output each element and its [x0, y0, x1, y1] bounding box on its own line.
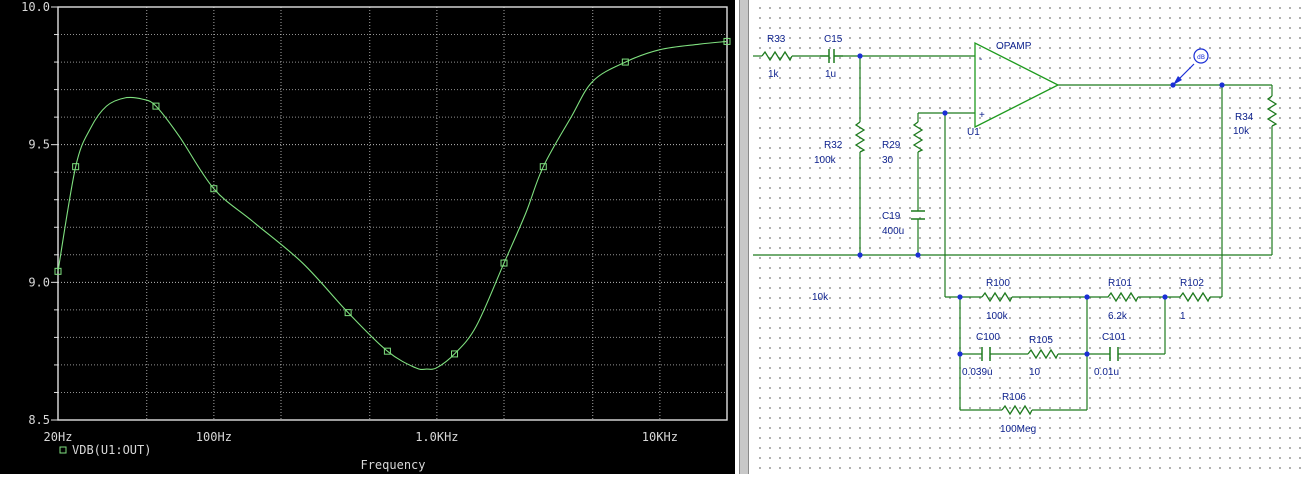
label-r32-ref: R32: [824, 140, 843, 151]
probe-plot-window[interactable]: 10.0 9.5 9.0 8.5 20Hz 100Hz 1.0KHz 10KHz Frequen…: [0, 0, 735, 474]
y-tick-label: 8.5: [28, 413, 50, 427]
label-r101-value: 6.2k: [1108, 311, 1128, 322]
plot-area[interactable]: 10.0 9.5 9.0 8.5 20Hz 100Hz 1.0KHz 10KHz Frequen…: [0, 0, 735, 474]
label-r100-ref: R100: [986, 278, 1010, 289]
opamp-plus-sign: +: [979, 110, 985, 121]
label-r29-value: 30: [882, 155, 894, 166]
opamp-minus-sign: -: [979, 54, 982, 65]
label-r102-ref: R102: [1180, 278, 1204, 289]
resistor-r106[interactable]: [1001, 404, 1033, 416]
window-divider[interactable]: [735, 0, 753, 474]
schematic-canvas[interactable]: - + OPAMP U1 dB R33 1k C15 1u R32 100k R…: [753, 0, 1301, 474]
label-r29-ref: R29: [882, 140, 901, 151]
resistor-r105[interactable]: [1027, 348, 1059, 360]
label-r106-value: 100Meg: [1000, 424, 1036, 435]
label-r32-value: 100k: [814, 155, 837, 166]
resistor-r33[interactable]: [761, 50, 793, 62]
label-r34-ref: R34: [1235, 112, 1254, 123]
resistor-r100[interactable]: [981, 291, 1013, 303]
x-axis-label: Frequency: [360, 458, 425, 472]
resistor-r32[interactable]: [854, 121, 866, 153]
label-c101-value: 0.01u: [1094, 367, 1119, 378]
label-c19-ref: C19: [882, 211, 901, 222]
label-r33-value: 1k: [768, 69, 780, 80]
label-c15-value: 1u: [825, 69, 836, 80]
label-r34-value: 10k: [1233, 126, 1250, 137]
resistor-r29[interactable]: [912, 121, 924, 153]
resistor-r101[interactable]: [1102, 291, 1139, 303]
y-tick-label: 10.0: [21, 0, 50, 14]
opamp-u1[interactable]: - + OPAMP U1: [967, 41, 1060, 138]
label-c101-ref: C101: [1102, 332, 1126, 343]
junction-node: [857, 252, 863, 258]
capacitor-c101[interactable]: [1109, 347, 1119, 361]
junction-node: [857, 53, 863, 59]
junction-node: [915, 252, 921, 258]
db-probe-marker[interactable]: dB: [1173, 48, 1209, 85]
schematic-window[interactable]: - + OPAMP U1 dB R33 1k C15 1u R32 100k R…: [753, 0, 1301, 474]
label-c15-ref: C15: [824, 34, 843, 45]
probe-label: dB: [1197, 54, 1205, 61]
junction-node: [1162, 294, 1168, 300]
legend-label: VDB(U1:OUT): [72, 443, 151, 457]
legend-marker: [59, 446, 67, 454]
junction-node: [957, 351, 963, 357]
label-c100-value: 0.039u: [962, 367, 993, 378]
capacitor-c19[interactable]: [911, 210, 925, 220]
label-r101-ref: R101: [1108, 278, 1132, 289]
label-r100-value: 100k: [986, 311, 1009, 322]
resistor-r34[interactable]: [1266, 95, 1278, 127]
stray-label: 10k: [812, 292, 829, 303]
label-c19-value: 400u: [882, 226, 904, 237]
x-tick-label: 1.0KHz: [415, 430, 458, 444]
opamp-name: OPAMP: [996, 41, 1032, 52]
label-c100-ref: C100: [976, 332, 1000, 343]
y-tick-label: 9.0: [28, 275, 50, 289]
opamp-ref: U1: [967, 127, 980, 138]
label-r102-value: 1: [1180, 311, 1186, 322]
resistor-r102[interactable]: [1179, 291, 1211, 303]
capacitor-c100[interactable]: [981, 347, 991, 361]
label-r106-ref: R106: [1002, 392, 1026, 403]
junction-node: [1084, 351, 1090, 357]
splitter-bar[interactable]: [739, 0, 749, 474]
junction-node: [942, 110, 948, 116]
x-tick-label: 100Hz: [196, 430, 232, 444]
capacitor-c15[interactable]: [820, 49, 843, 63]
plot-frame: [57, 6, 728, 421]
vdb-trace-line[interactable]: [57, 40, 728, 371]
junction-node: [957, 294, 963, 300]
junction-node: [1219, 82, 1225, 88]
x-tick-label: 10KHz: [642, 430, 678, 444]
junction-node: [1084, 294, 1090, 300]
y-tick-label: 9.5: [28, 138, 50, 152]
label-r105-ref: R105: [1029, 335, 1053, 346]
label-r105-value: 10: [1029, 367, 1041, 378]
label-r33-ref: R33: [767, 34, 786, 45]
x-tick-label: 20Hz: [44, 430, 73, 444]
junction-node: [1170, 82, 1176, 88]
